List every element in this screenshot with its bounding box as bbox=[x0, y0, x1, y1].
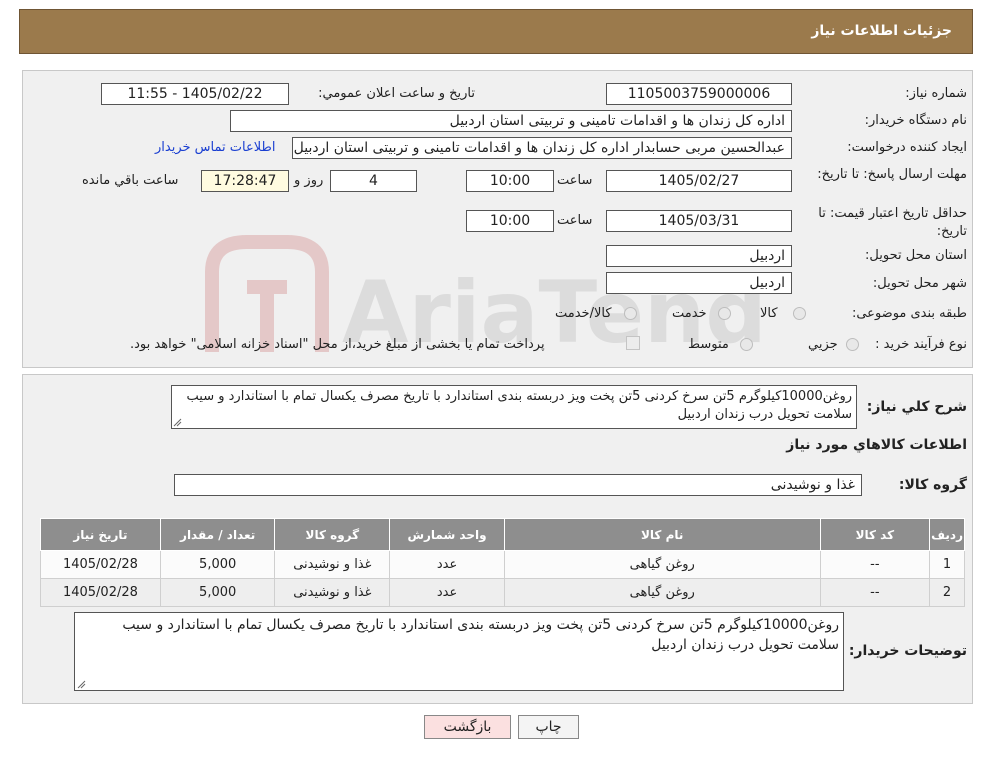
creator-field: عبدالحسین مربی حسابدار اداره کل زندان ها… bbox=[292, 137, 792, 159]
summary-label: شرح کلي نياز: bbox=[866, 399, 967, 415]
print-button[interactable]: چاپ bbox=[518, 715, 579, 739]
buyer-org-field: اداره کل زندان ها و اقدامات تامینی و ترب… bbox=[230, 110, 792, 132]
buyer-notes-textarea[interactable]: روغن10000کیلوگرم 5تن سرخ کردنی 5تن پخت و… bbox=[74, 612, 844, 691]
category-label: طبقه بندی موضوعی: bbox=[851, 306, 967, 321]
cell-quantity: 5,000 bbox=[159, 578, 276, 607]
buyer-notes-text: روغن10000کیلوگرم 5تن سرخ کردنی 5تن پخت و… bbox=[122, 617, 839, 653]
deadline-time-label: ساعت bbox=[557, 173, 593, 188]
days-remaining-field: 4 bbox=[330, 170, 417, 192]
validity-label: حداقل تاریخ اعتبار قیمت: تا تاریخ: bbox=[818, 206, 967, 239]
cell-row-number: 2 bbox=[929, 578, 965, 607]
buyer-notes-label: توضیحات خریدار: bbox=[848, 643, 967, 659]
treasury-checkbox[interactable] bbox=[626, 336, 640, 350]
announce-datetime-field: 1405/02/22 - 11:55 bbox=[101, 83, 289, 105]
resize-handle-icon[interactable] bbox=[77, 680, 86, 689]
province-field: اردبیل bbox=[606, 245, 792, 267]
cell-need-date: 1405/02/28 bbox=[40, 578, 161, 607]
cell-group: غذا و نوشیدنی bbox=[274, 550, 391, 579]
validity-time-field: 10:00 bbox=[466, 210, 554, 232]
goods-table: ردیف کد کالا نام کالا واحد شمارش گروه کا… bbox=[40, 518, 965, 607]
table-header-row: ردیف کد کالا نام کالا واحد شمارش گروه کا… bbox=[40, 518, 965, 551]
cell-row-number: 1 bbox=[929, 550, 965, 579]
goods-section-title: اطلاعات کالاهاي مورد نياز bbox=[786, 437, 967, 453]
purchase-type-label: نوع فرآیند خرید : bbox=[875, 337, 967, 352]
buyer-contact-link[interactable]: اطلاعات تماس خریدار bbox=[155, 140, 275, 155]
cell-unit: عدد bbox=[389, 578, 505, 607]
table-row: 2 -- روغن گیاهی عدد غذا و نوشیدنی 5,000 … bbox=[40, 578, 965, 607]
need-number-field: 1105003759000006 bbox=[606, 83, 792, 105]
purchase-type-option-minor: جزيي bbox=[808, 337, 838, 352]
col-quantity: تعداد / مقدار bbox=[159, 518, 276, 551]
goods-group-label: گروه کالا: bbox=[898, 477, 967, 493]
validity-date-field: 1405/03/31 bbox=[606, 210, 792, 232]
treasury-payment-note: پرداخت تمام یا بخشی از مبلغ خرید،از محل … bbox=[130, 337, 545, 352]
col-group: گروه کالا bbox=[274, 518, 391, 551]
deadline-date-field: 1405/02/27 bbox=[606, 170, 792, 192]
category-option-goods: کالا bbox=[760, 306, 778, 321]
deadline-label: مهلت ارسال پاسخ: تا تاریخ: bbox=[817, 167, 967, 182]
buyer-org-label: نام دستگاه خریدار: bbox=[864, 113, 967, 128]
announce-label: تاریخ و ساعت اعلان عمومي: bbox=[318, 86, 475, 101]
remaining-label: ساعت باقي مانده bbox=[82, 173, 179, 188]
col-need-date: تاریخ نیاز bbox=[40, 518, 161, 551]
category-option-goods-service: کالا/خدمت bbox=[555, 306, 612, 321]
summary-textarea[interactable]: روغن10000کیلوگرم 5تن سرخ کردنی 5تن پخت و… bbox=[171, 385, 857, 429]
need-number-label: شماره نیاز: bbox=[905, 86, 967, 101]
col-row-number: ردیف bbox=[929, 518, 965, 551]
col-item-name: نام کالا bbox=[503, 518, 821, 551]
goods-group-field: غذا و نوشیدنی bbox=[174, 474, 862, 496]
cell-need-date: 1405/02/28 bbox=[40, 550, 161, 579]
category-radio-goods-service[interactable] bbox=[624, 307, 637, 320]
resize-handle-icon[interactable] bbox=[173, 418, 182, 427]
cell-item-name: روغن گیاهی bbox=[503, 550, 821, 579]
category-radio-goods[interactable] bbox=[793, 307, 806, 320]
col-unit: واحد شمارش bbox=[389, 518, 505, 551]
summary-text: روغن10000کیلوگرم 5تن سرخ کردنی 5تن پخت و… bbox=[186, 389, 853, 422]
table-row: 1 -- روغن گیاهی عدد غذا و نوشیدنی 5,000 … bbox=[40, 550, 965, 579]
cell-quantity: 5,000 bbox=[159, 550, 276, 579]
cell-item-code: -- bbox=[819, 578, 931, 607]
city-field: اردبیل bbox=[606, 272, 792, 294]
cell-item-name: روغن گیاهی bbox=[503, 578, 821, 607]
page-header: جزئیات اطلاعات نیاز bbox=[19, 9, 973, 54]
deadline-time-field: 10:00 bbox=[466, 170, 554, 192]
category-option-service: خدمت bbox=[672, 306, 707, 321]
back-button[interactable]: بازگشت bbox=[424, 715, 511, 739]
col-item-code: کد کالا bbox=[819, 518, 931, 551]
validity-time-label: ساعت bbox=[557, 213, 593, 228]
city-label: شهر محل تحویل: bbox=[872, 276, 967, 291]
cell-item-code: -- bbox=[819, 550, 931, 579]
days-label: روز و bbox=[294, 173, 324, 188]
creator-label: ایجاد کننده درخواست: bbox=[847, 140, 967, 155]
province-label: استان محل تحویل: bbox=[865, 248, 967, 263]
cell-group: غذا و نوشیدنی bbox=[274, 578, 391, 607]
category-radio-service[interactable] bbox=[718, 307, 731, 320]
cell-unit: عدد bbox=[389, 550, 505, 579]
page-title: جزئیات اطلاعات نیاز bbox=[811, 23, 952, 39]
purchase-type-radio-minor[interactable] bbox=[846, 338, 859, 351]
purchase-type-radio-medium[interactable] bbox=[740, 338, 753, 351]
purchase-type-option-medium: متوسط bbox=[688, 337, 729, 352]
remaining-time-field: 17:28:47 bbox=[201, 170, 289, 192]
